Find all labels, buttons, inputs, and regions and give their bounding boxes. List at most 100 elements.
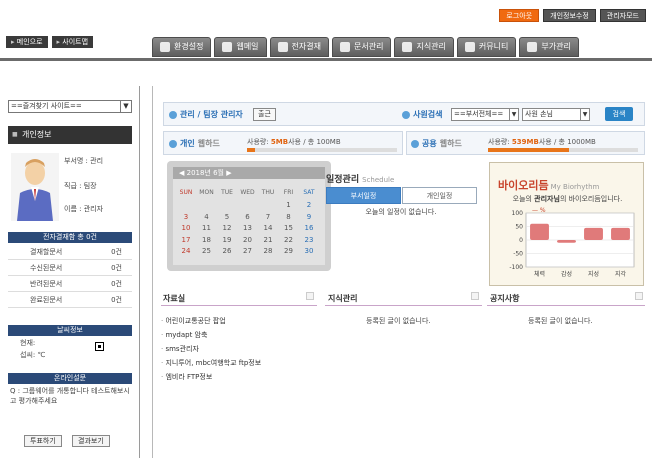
- tab-webmail[interactable]: 웹메일: [214, 37, 267, 57]
- edit-profile-button[interactable]: 개인정보수정: [543, 9, 596, 22]
- calendar-day[interactable]: 29: [279, 247, 299, 255]
- calendar-day[interactable]: 17: [176, 236, 196, 244]
- calendar-day[interactable]: 5: [217, 213, 237, 221]
- calendar-day[interactable]: 27: [238, 247, 258, 255]
- calendar-day[interactable]: 4: [197, 213, 217, 221]
- sprout-icon: [464, 42, 475, 52]
- approval-row[interactable]: 완료된문서 0건: [8, 293, 132, 308]
- calendar-day[interactable]: 30: [299, 247, 319, 255]
- tab-documents[interactable]: 문서관리: [332, 37, 392, 57]
- tab-personal-schedule[interactable]: 개인일정: [402, 187, 477, 204]
- x-tick-label: 감성: [561, 270, 572, 278]
- calendar-day[interactable]: 26: [217, 247, 237, 255]
- calendar-day[interactable]: 22: [279, 236, 299, 244]
- calendar-day[interactable]: 14: [258, 224, 278, 232]
- library-title[interactable]: 자료실: [163, 293, 185, 304]
- knowledge-divider: [325, 305, 482, 306]
- weather-temp: 섭씨: ℃: [20, 351, 46, 359]
- personal-webhard-label[interactable]: 개인 웹하드: [169, 138, 220, 149]
- chevron-down-icon: ▼: [509, 109, 518, 120]
- calendar-day[interactable]: 2: [299, 201, 319, 209]
- logout-button[interactable]: 로그아웃: [499, 9, 540, 22]
- more-icon[interactable]: [471, 292, 479, 300]
- tab-approval[interactable]: 전자결재: [269, 37, 329, 57]
- calendar-day[interactable]: 16: [299, 224, 319, 232]
- bar-1: [557, 240, 576, 243]
- calendar-day[interactable]: 6: [238, 213, 258, 221]
- calendar-day[interactable]: 12: [217, 224, 237, 232]
- approval-row-count: 0건: [111, 264, 122, 272]
- favorites-select-value: ==즐겨찾기 사이트==: [11, 102, 82, 110]
- tab-dept-schedule[interactable]: 부서일정: [326, 187, 401, 204]
- calendar-day[interactable]: 19: [217, 236, 237, 244]
- home-link[interactable]: 메인으로: [6, 36, 48, 48]
- poll-question: Q : 그룹웨어를 개통합니다 테스트해보시고 평가해주세요: [10, 387, 130, 405]
- poll-vote-button[interactable]: 투표하기: [24, 435, 62, 447]
- approval-row[interactable]: 수신된문서 0건: [8, 261, 132, 276]
- schedule-empty: 오늘의 일정이 없습니다.: [365, 208, 437, 216]
- calendar-day[interactable]: 25: [197, 247, 217, 255]
- more-icon[interactable]: [306, 292, 314, 300]
- tab-knowledge[interactable]: 지식관리: [394, 37, 454, 57]
- tab-community[interactable]: 커뮤니티: [456, 37, 517, 57]
- more-icon[interactable]: [635, 292, 643, 300]
- chevron-down-icon: ▼: [580, 109, 589, 120]
- calendar-day[interactable]: 20: [238, 236, 258, 244]
- calendar-day[interactable]: 15: [279, 224, 299, 232]
- header: 로그아웃 개인정보수정 관리자모드 메인으로 사이트맵 환경설정 웹메일 전자결…: [0, 0, 652, 86]
- calendar-day[interactable]: 13: [238, 224, 258, 232]
- y-tick-label: -100: [509, 264, 523, 271]
- checkin-button[interactable]: 출근: [253, 108, 276, 121]
- list-item[interactable]: sms관리자: [161, 344, 198, 354]
- util-bar: 로그아웃 개인정보수정 관리자모드: [499, 9, 646, 22]
- dept-select[interactable]: ==부서전체== ▼: [451, 108, 519, 121]
- bar-2: [584, 227, 603, 240]
- approval-row[interactable]: 반려된문서 0건: [8, 277, 132, 292]
- notice-empty: 등록된 글이 없습니다.: [528, 317, 593, 325]
- approval-row-name: 완료된문서: [30, 296, 63, 304]
- biorhythm-chart: 100 50 0 -50 -100 — % 체력 감성 지성 지각: [509, 207, 635, 278]
- admin-mode-button[interactable]: 관리자모드: [599, 9, 646, 22]
- calendar-day[interactable]: 28: [258, 247, 278, 255]
- approval-row[interactable]: 결재할문서 0건: [8, 245, 132, 260]
- favorites-select[interactable]: ==즐겨찾기 사이트== ▼: [8, 100, 132, 113]
- list-item[interactable]: 어린이교통공단 팝업: [161, 316, 225, 326]
- poll-result-button[interactable]: 결과보기: [72, 435, 110, 447]
- knowledge-title[interactable]: 지식관리: [328, 293, 357, 304]
- calendar-day[interactable]: 21: [258, 236, 278, 244]
- search-button[interactable]: 검색: [605, 107, 633, 121]
- notice-title[interactable]: 공지사항: [490, 293, 519, 304]
- shared-usage-fill: [488, 148, 569, 152]
- calendar-day[interactable]: 3: [176, 213, 196, 221]
- calendar-day[interactable]: 10: [176, 224, 196, 232]
- calendar-day[interactable]: 9: [299, 213, 319, 221]
- admin-label: 관리 / 팀장 관리자: [169, 109, 243, 120]
- shared-webhard-label[interactable]: 공용 웹하드: [411, 138, 462, 149]
- house-icon: [222, 42, 233, 52]
- personal-usage-bar: [247, 148, 397, 152]
- sitemap-link[interactable]: 사이트맵: [51, 36, 94, 48]
- calendar-day[interactable]: 11: [197, 224, 217, 232]
- calendar-day[interactable]: 18: [197, 236, 217, 244]
- tab-label: 웹메일: [236, 42, 259, 51]
- nav-divider: [0, 58, 652, 61]
- calendar-day[interactable]: 1: [279, 201, 299, 209]
- calendar-day[interactable]: 23: [299, 236, 319, 244]
- x-tick-label: 지각: [615, 270, 627, 278]
- shared-usage: 사용량: 539MB사용 / 총 1000MB: [488, 138, 596, 146]
- tab-extras[interactable]: 부가관리: [519, 37, 579, 57]
- circle-arrow-icon: [169, 139, 177, 148]
- list-item[interactable]: 엠비라 FTP정보: [161, 372, 212, 382]
- list-item[interactable]: mydapt 암축: [161, 330, 207, 340]
- staff-select[interactable]: 사원 손님 ▼: [522, 108, 590, 121]
- profile-title: 개인정보: [8, 126, 132, 144]
- calendar-day[interactable]: 24: [176, 247, 196, 255]
- personal-usage-fill: [247, 148, 255, 152]
- tab-settings[interactable]: 환경설정: [152, 37, 212, 57]
- y-tick-label: 0: [519, 237, 523, 244]
- calendar: ◀ 2018년 6월 ▶ SUN MON TUE WED THU FRI SAT 1 2 3 4 5 6…: [167, 161, 331, 271]
- profile-name: 이름 : 관리자: [64, 205, 104, 213]
- calendar-day[interactable]: 7: [258, 213, 278, 221]
- list-item[interactable]: 지니투어, mbc여행학교 ftp정보: [161, 358, 261, 368]
- calendar-day[interactable]: 8: [279, 213, 299, 221]
